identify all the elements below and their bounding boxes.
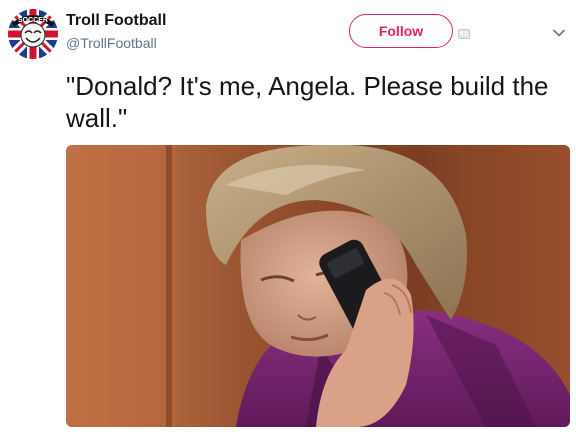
author-handle[interactable]: @TrollFootball — [66, 35, 157, 51]
union-jack-troll-logo: SOCCER — [8, 9, 58, 59]
chevron-down-icon[interactable] — [552, 25, 566, 37]
tweet-text: "Donald? It's me, Angela. Please build t… — [66, 71, 549, 133]
avatar[interactable]: SOCCER — [8, 9, 58, 59]
author-name[interactable]: Troll Football — [66, 12, 166, 30]
woman-on-phone-photo — [66, 145, 570, 427]
avatar-badge-text: SOCCER — [18, 17, 48, 24]
follow-button[interactable]: Follow — [349, 14, 453, 48]
media-card-icon — [458, 26, 470, 39]
tweet-photo[interactable] — [66, 145, 570, 427]
